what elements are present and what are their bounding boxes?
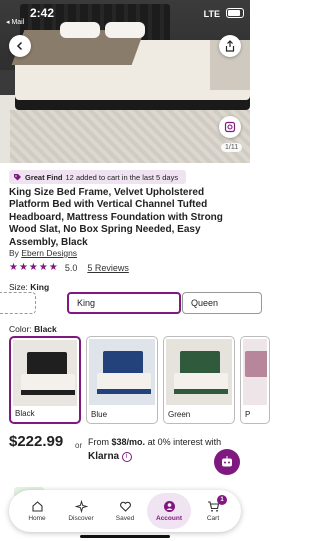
nav-label: Home: [28, 515, 46, 522]
size-label: Size: King: [9, 282, 49, 292]
image-rug: [10, 110, 250, 163]
financing-offer[interactable]: From $38/mo. at 0% interest with Klarna …: [88, 435, 221, 464]
finance-suffix: at 0% interest with: [147, 437, 222, 447]
swatch-headboard: [245, 351, 267, 377]
swatch-frame: [97, 389, 151, 394]
nav-label: Saved: [115, 515, 135, 522]
home-icon: [31, 501, 43, 512]
brand-line: By Ebern Designs: [9, 248, 77, 258]
camera-search-icon: [224, 121, 236, 133]
nav-cart[interactable]: Cart 1: [191, 493, 235, 529]
rating-stars: ★★★★★: [9, 262, 59, 273]
nav-home[interactable]: Home: [15, 493, 59, 529]
rating-score: 5.0: [64, 262, 78, 273]
cart-count-badge: 1: [217, 495, 227, 505]
klarna-logo: Klarna: [88, 451, 120, 462]
size-option-label: Queen: [191, 298, 219, 308]
swatch-frame: [174, 389, 228, 394]
bottom-nav: Home Discover Saved Account Cart 1: [9, 490, 241, 532]
sparkle-icon: [74, 500, 88, 513]
share-icon: [225, 40, 235, 52]
color-option-partial[interactable]: P: [240, 336, 270, 424]
reviews-link[interactable]: 5 Reviews: [87, 263, 129, 273]
color-label: Color: Black: [9, 324, 57, 334]
back-button[interactable]: [9, 35, 31, 57]
tag-icon: [14, 173, 21, 180]
chevron-left-icon: [16, 41, 23, 51]
brand-link[interactable]: Ebern Designs: [21, 248, 77, 258]
network-label: LTE: [203, 9, 220, 19]
share-button[interactable]: [219, 35, 241, 57]
heart-icon: [119, 501, 131, 512]
color-option-black[interactable]: Black: [9, 336, 81, 424]
account-icon: [163, 501, 175, 512]
size-option-label: King: [77, 298, 96, 308]
back-to-app-link[interactable]: ◂ Mail: [6, 18, 24, 26]
size-option-partial[interactable]: [0, 292, 36, 314]
color-label-text: Color:: [9, 324, 32, 334]
color-option-label: Blue: [91, 410, 108, 419]
price: $222.99: [9, 433, 64, 450]
nav-account[interactable]: Account: [147, 493, 191, 529]
color-option-blue[interactable]: Blue: [86, 336, 158, 424]
size-option-king[interactable]: King: [67, 292, 181, 314]
info-icon[interactable]: i: [121, 451, 132, 462]
size-options: King Queen: [0, 292, 262, 316]
home-indicator: [80, 535, 170, 538]
rating-row: ★★★★★ 5.0 5 Reviews: [9, 262, 129, 273]
swatch-image: [13, 340, 77, 406]
great-find-text: 12 added to cart in the last 5 days: [65, 172, 179, 182]
robot-icon: [222, 456, 232, 467]
nav-label: Discover: [68, 515, 94, 522]
nav-label: Cart: [206, 515, 220, 522]
or-text: or: [75, 441, 83, 450]
size-option-queen[interactable]: Queen: [182, 292, 262, 314]
swatch-image: [89, 339, 155, 405]
nav-discover[interactable]: Discover: [59, 493, 103, 529]
visual-search-button[interactable]: [219, 116, 241, 138]
swatch-frame: [21, 390, 75, 395]
finance-prefix: From: [88, 437, 109, 447]
great-find-label: Great Find: [25, 172, 63, 182]
color-option-label: Green: [168, 410, 191, 419]
product-title: King Size Bed Frame, Velvet Upholstered …: [9, 187, 223, 248]
finance-amount: $38/mo.: [111, 437, 146, 447]
nav-label: Account: [156, 515, 182, 522]
size-label-text: Size:: [9, 282, 28, 292]
swatch-image: [166, 339, 232, 405]
color-option-green[interactable]: Green: [163, 336, 235, 424]
brand-prefix: By: [9, 248, 19, 258]
great-find-banner: Great Find 12 added to cart in the last …: [9, 170, 186, 184]
size-selected-value: King: [30, 282, 50, 292]
status-time: 2:42: [30, 6, 55, 20]
color-option-label: P: [245, 410, 251, 419]
color-selected-value: Black: [34, 324, 57, 334]
image-counter: 1/11: [221, 143, 243, 152]
swatch-image: [243, 339, 267, 405]
status-bar: 2:42 ◂ Mail LTE: [0, 0, 250, 26]
nav-saved[interactable]: Saved: [103, 493, 147, 529]
battery-icon: [226, 8, 244, 18]
color-option-label: Black: [15, 409, 35, 418]
chat-assistant-button[interactable]: [214, 449, 240, 475]
